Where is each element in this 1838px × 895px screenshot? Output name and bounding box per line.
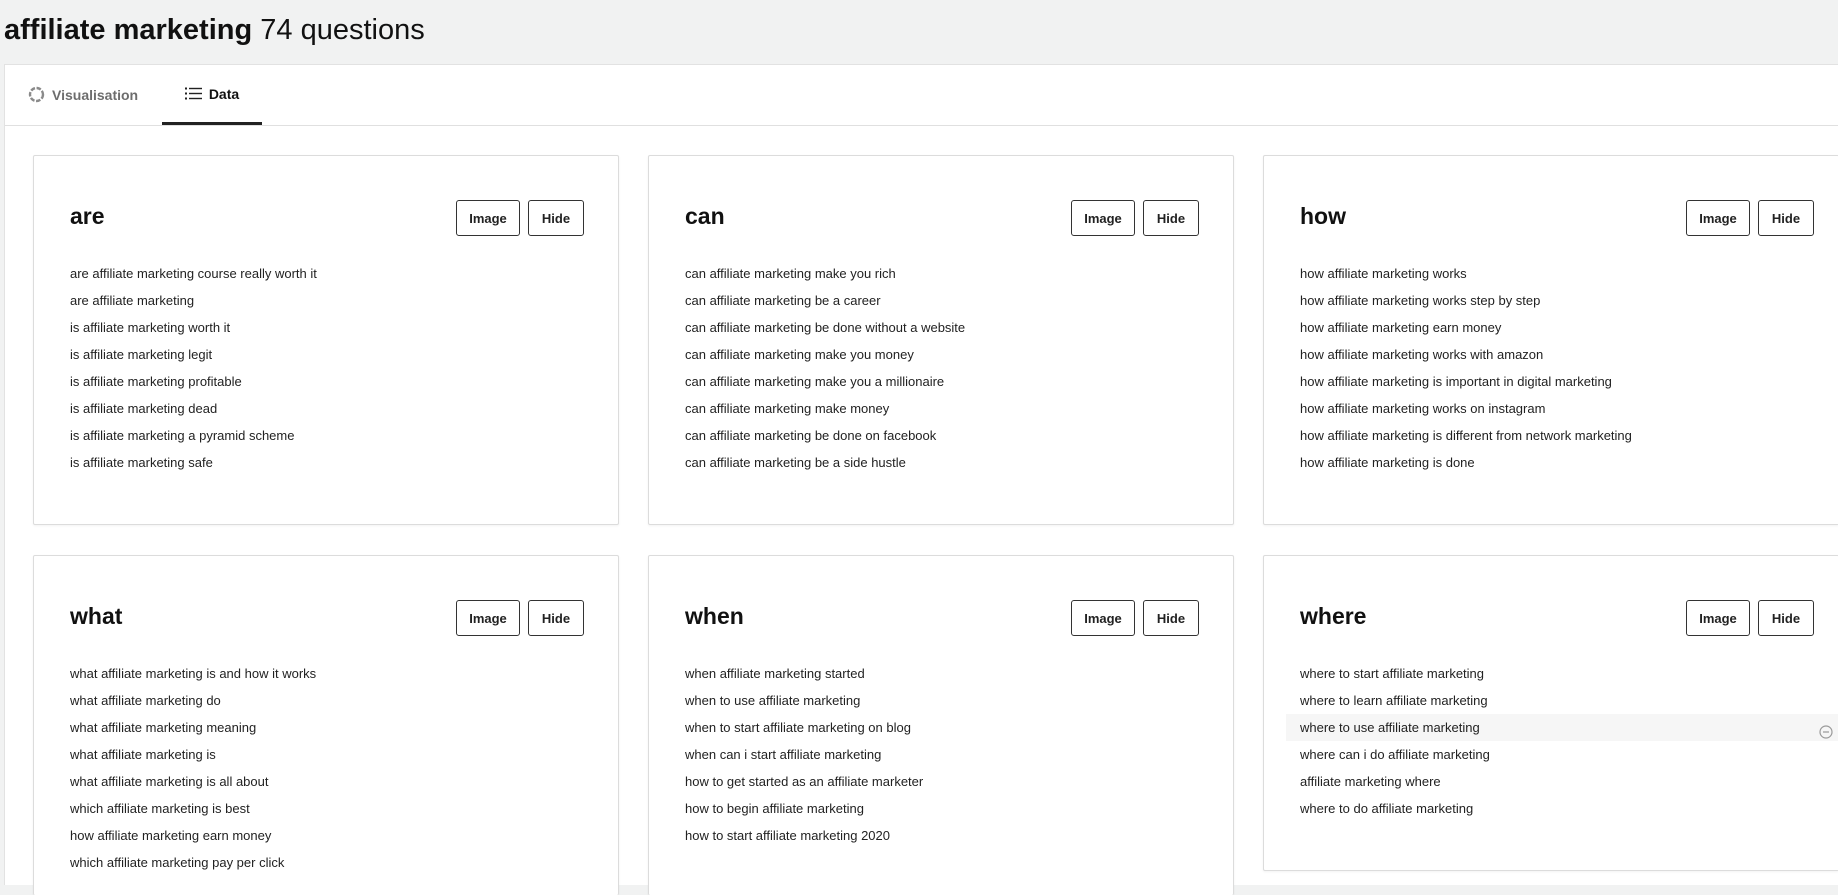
view-tabs: Visualisation Data — [5, 65, 1838, 126]
question-item[interactable]: how affiliate marketing works — [1264, 260, 1838, 287]
hide-button[interactable]: Hide — [1143, 600, 1199, 636]
question-item[interactable]: are affiliate marketing course really wo… — [34, 260, 618, 287]
question-item[interactable]: can affiliate marketing be done without … — [649, 314, 1233, 341]
question-item[interactable]: can affiliate marketing be a side hustle — [649, 449, 1233, 476]
question-item[interactable]: when affiliate marketing started — [649, 660, 1233, 687]
hide-button[interactable]: Hide — [1758, 600, 1814, 636]
question-card-can: can Image Hide can affiliate marketing m… — [648, 155, 1234, 525]
question-item[interactable]: which affiliate marketing is best — [34, 795, 618, 822]
question-item[interactable]: where to do affiliate marketing — [1264, 795, 1838, 822]
question-item[interactable]: can affiliate marketing make you a milli… — [649, 368, 1233, 395]
card-title: where — [1300, 603, 1367, 629]
page-title-keyword: affiliate marketing — [4, 14, 253, 46]
question-item[interactable]: what affiliate marketing meaning — [34, 714, 618, 741]
question-item[interactable]: affiliate marketing where — [1264, 768, 1838, 795]
question-item[interactable]: where to start affiliate marketing — [1264, 660, 1838, 687]
question-item[interactable]: how to start affiliate marketing 2020 — [649, 822, 1233, 849]
question-item[interactable]: can affiliate marketing make money — [649, 395, 1233, 422]
image-button[interactable]: Image — [456, 600, 520, 636]
tab-visualisation[interactable]: Visualisation — [28, 65, 138, 124]
image-button[interactable]: Image — [456, 200, 520, 236]
question-item[interactable]: is affiliate marketing legit — [34, 341, 618, 368]
question-item[interactable]: is affiliate marketing profitable — [34, 368, 618, 395]
question-text: where to use affiliate marketing — [1300, 720, 1480, 735]
question-item[interactable]: can affiliate marketing be a career — [649, 287, 1233, 314]
question-item[interactable]: how affiliate marketing is different fro… — [1264, 422, 1838, 449]
question-item[interactable]: can affiliate marketing make you rich — [649, 260, 1233, 287]
image-button[interactable]: Image — [1071, 600, 1135, 636]
hide-button[interactable]: Hide — [1143, 200, 1199, 236]
image-button[interactable]: Image — [1686, 200, 1750, 236]
hide-button[interactable]: Hide — [1758, 200, 1814, 236]
question-item[interactable]: can affiliate marketing be done on faceb… — [649, 422, 1233, 449]
question-item[interactable]: is affiliate marketing safe — [34, 449, 618, 476]
question-item[interactable]: what affiliate marketing do — [34, 687, 618, 714]
hide-button[interactable]: Hide — [528, 600, 584, 636]
question-card-what: what Image Hide what affiliate marketing… — [33, 555, 619, 895]
question-list: when affiliate marketing started when to… — [649, 660, 1233, 849]
image-button[interactable]: Image — [1071, 200, 1135, 236]
question-item[interactable]: are affiliate marketing — [34, 287, 618, 314]
question-item[interactable]: when to start affiliate marketing on blo… — [649, 714, 1233, 741]
question-count: 74 questions — [260, 14, 425, 46]
question-item[interactable]: is affiliate marketing dead — [34, 395, 618, 422]
circle-loader-icon — [28, 86, 45, 103]
card-title: when — [685, 603, 744, 629]
card-title: are — [70, 203, 105, 229]
card-title: what — [70, 603, 123, 629]
question-card-where: where Image Hide where to start affiliat… — [1263, 555, 1838, 871]
question-list: what affiliate marketing is and how it w… — [34, 660, 618, 876]
question-card-are: are Image Hide are affiliate marketing c… — [33, 155, 619, 525]
question-list: how affiliate marketing works how affili… — [1264, 260, 1838, 476]
question-list: are affiliate marketing course really wo… — [34, 260, 618, 476]
question-item[interactable]: when can i start affiliate marketing — [649, 741, 1233, 768]
question-item[interactable]: how affiliate marketing works with amazo… — [1264, 341, 1838, 368]
question-item[interactable]: is affiliate marketing a pyramid scheme — [34, 422, 618, 449]
question-card-how: how Image Hide how affiliate marketing w… — [1263, 155, 1838, 525]
remove-icon[interactable] — [1819, 721, 1833, 739]
question-item[interactable]: how affiliate marketing works on instagr… — [1264, 395, 1838, 422]
question-item-hovered[interactable]: where to use affiliate marketing — [1286, 714, 1838, 741]
question-item[interactable]: is affiliate marketing worth it — [34, 314, 618, 341]
question-item[interactable]: how affiliate marketing works step by st… — [1264, 287, 1838, 314]
image-button[interactable]: Image — [1686, 600, 1750, 636]
question-item[interactable]: how affiliate marketing is done — [1264, 449, 1838, 476]
question-item[interactable]: where can i do affiliate marketing — [1264, 741, 1838, 768]
question-list: where to start affiliate marketing where… — [1264, 660, 1838, 822]
hide-button[interactable]: Hide — [528, 200, 584, 236]
question-item[interactable]: where to learn affiliate marketing — [1264, 687, 1838, 714]
question-item[interactable]: how affiliate marketing earn money — [1264, 314, 1838, 341]
question-item[interactable]: which affiliate marketing pay per click — [34, 849, 618, 876]
card-title: can — [685, 203, 725, 229]
question-item[interactable]: how affiliate marketing earn money — [34, 822, 618, 849]
question-item[interactable]: what affiliate marketing is — [34, 741, 618, 768]
card-title: how — [1300, 203, 1346, 229]
question-card-when: when Image Hide when affiliate marketing… — [648, 555, 1234, 895]
question-item[interactable]: how to get started as an affiliate marke… — [649, 768, 1233, 795]
page-title: affiliate marketing 74 questions — [4, 12, 425, 48]
question-item[interactable]: can affiliate marketing make you money — [649, 341, 1233, 368]
question-list: can affiliate marketing make you rich ca… — [649, 260, 1233, 476]
question-item[interactable]: how affiliate marketing is important in … — [1264, 368, 1838, 395]
question-item[interactable]: what affiliate marketing is all about — [34, 768, 618, 795]
list-icon — [184, 87, 202, 100]
question-item[interactable]: what affiliate marketing is and how it w… — [34, 660, 618, 687]
results-panel: Visualisation Data are Image Hide are af… — [4, 64, 1838, 895]
question-item[interactable]: when to use affiliate marketing — [649, 687, 1233, 714]
tab-data-label: Data — [208, 85, 240, 102]
question-item[interactable]: how to begin affiliate marketing — [649, 795, 1233, 822]
tab-data[interactable]: Data — [162, 65, 262, 125]
tab-visualisation-label: Visualisation — [52, 86, 139, 103]
